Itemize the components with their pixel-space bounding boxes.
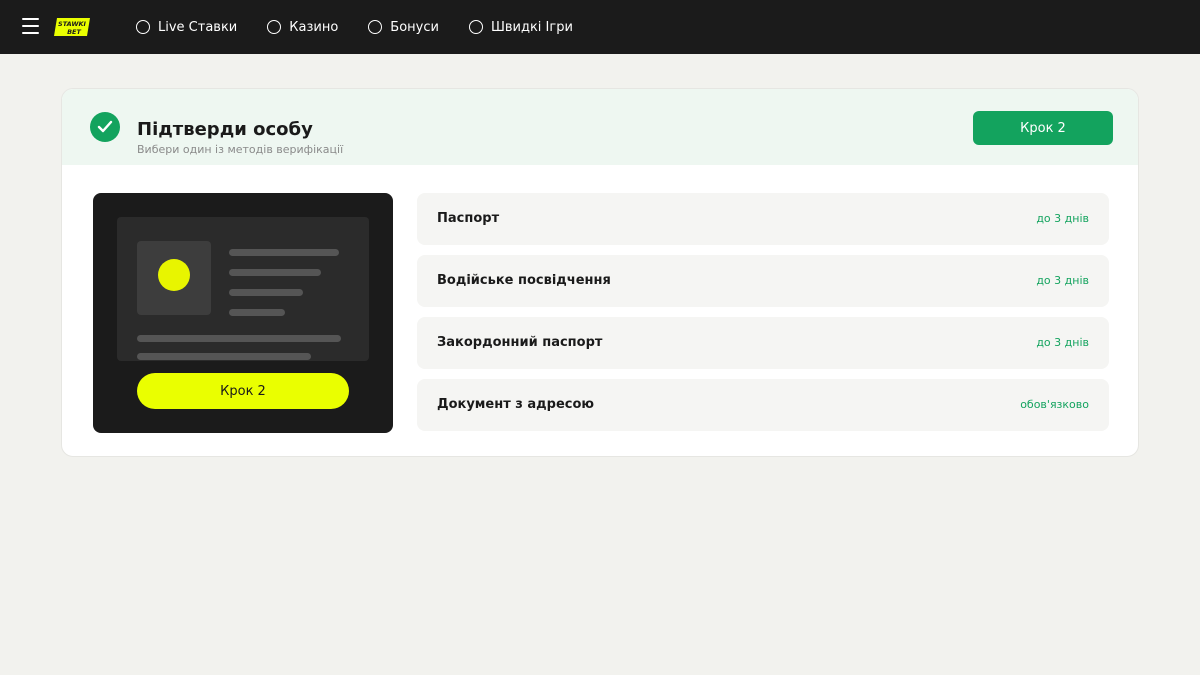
document-preview	[117, 217, 369, 361]
nav-item-live-bets[interactable]: Live Ставки	[136, 20, 237, 35]
card-subtitle: Вибери один із методів верифікації	[137, 143, 344, 156]
check-circle-icon	[90, 112, 120, 142]
option-foreign-passport[interactable]: Закордонний паспорт до 3 днів	[417, 317, 1109, 369]
menu-hamburger-icon[interactable]	[22, 18, 39, 34]
circle-icon	[368, 20, 383, 34]
text-line-placeholder	[137, 335, 341, 342]
photo-placeholder	[137, 241, 211, 315]
card-title: Підтверди особу	[137, 119, 313, 140]
nav-item-label: Швидкі Ігри	[490, 19, 573, 35]
svg-text:BET: BET	[67, 28, 81, 36]
nav-item-casino[interactable]: Казино	[267, 20, 338, 35]
text-line-placeholder	[137, 353, 311, 360]
option-label: Водійське посвідчення	[437, 273, 611, 288]
text-line-placeholder	[229, 269, 321, 276]
option-requirement: обов'язково	[1020, 398, 1089, 411]
nav-item-quick-games[interactable]: Швидкі Ігри	[468, 19, 573, 35]
circle-icon	[136, 20, 150, 34]
option-duration: до 3 днів	[1036, 212, 1089, 225]
nav-item-label: Бонуси	[390, 19, 439, 35]
nav-item-label: Казино	[289, 19, 339, 35]
verification-card: Підтверди особу Вибери один із методів в…	[61, 88, 1139, 457]
option-drivers-license[interactable]: Водійське посвідчення до 3 днів	[417, 255, 1109, 307]
text-line-placeholder	[229, 309, 285, 316]
photo-dot	[158, 259, 190, 291]
top-navigation-bar: STAWKI BET Live Ставки Казино Бонуси Шви…	[0, 0, 1200, 54]
option-label: Документ з адресою	[437, 397, 595, 412]
card-header: Підтверди особу Вибери один із методів в…	[62, 89, 1138, 165]
option-duration: до 3 днів	[1036, 336, 1089, 349]
nav-item-label: Live Ставки	[158, 19, 238, 35]
text-line-placeholder	[229, 289, 303, 296]
illustration-step-2-button[interactable]: Крок 2	[137, 373, 349, 409]
option-duration: до 3 днів	[1036, 274, 1089, 287]
document-illustration: Крок 2	[93, 193, 393, 433]
option-label: Закордонний паспорт	[437, 335, 603, 350]
nav-item-bonuses[interactable]: Бонуси	[368, 20, 439, 35]
circle-icon	[267, 20, 282, 34]
text-line-placeholder	[229, 249, 339, 256]
stawki-bet-logo[interactable]: STAWKI BET	[53, 17, 91, 37]
option-label: Паспорт	[437, 211, 500, 226]
svg-text:STAWKI: STAWKI	[58, 20, 86, 28]
circle-icon	[468, 20, 483, 34]
option-passport[interactable]: Паспорт до 3 днів	[417, 193, 1109, 245]
main-nav: Live Ставки Казино Бонуси Швидкі Ігри	[136, 0, 603, 54]
step-2-button[interactable]: Крок 2	[973, 111, 1113, 145]
option-address-document[interactable]: Документ з адресою обов'язково	[417, 379, 1109, 431]
